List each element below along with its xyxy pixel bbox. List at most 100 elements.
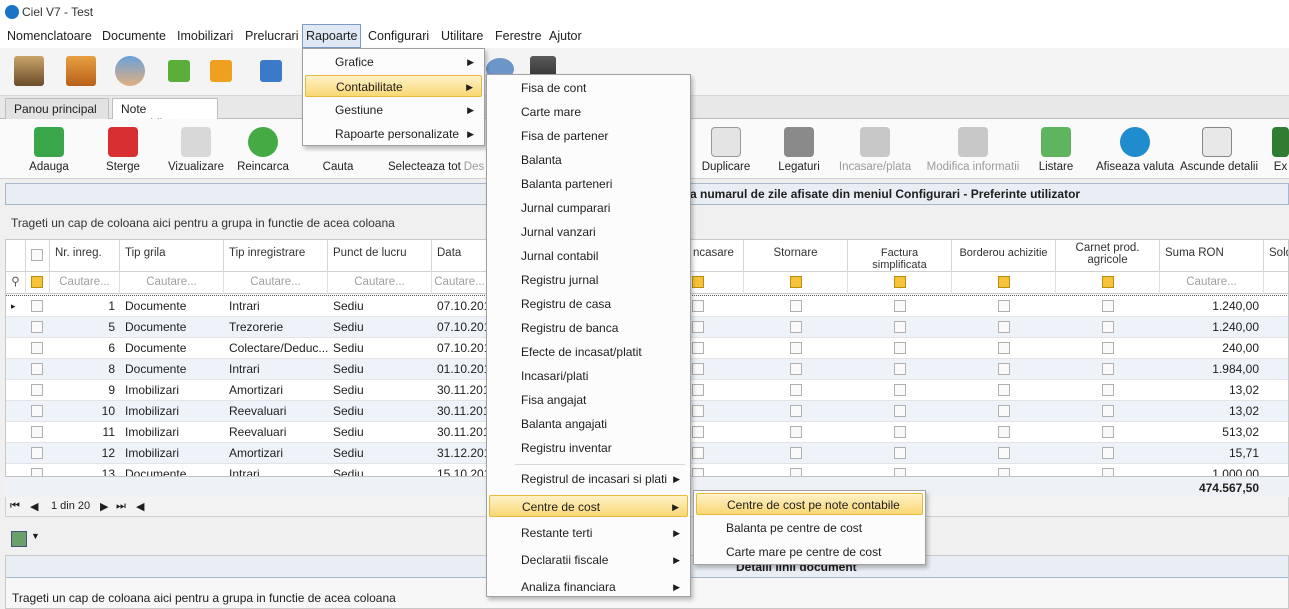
cell-carnet-prod-agricole[interactable] [1056,422,1160,443]
cell-stornare[interactable] [744,401,848,422]
menu-item-rapoarte-personalizate[interactable]: Rapoarte personalizate ▶ [305,123,482,145]
box-icon[interactable] [66,56,96,86]
checkbox[interactable] [894,321,906,333]
cell-factura-simplificata[interactable] [848,359,952,380]
checkbox[interactable] [692,447,704,459]
adauga-button[interactable]: Adauga [20,119,78,179]
menu-utilitare[interactable]: Utilitare [438,28,486,46]
checkbox[interactable] [790,384,802,396]
menu-prelucrari[interactable]: Prelucrari [242,28,302,46]
checkbox[interactable] [998,363,1010,375]
menu-item-grafice[interactable]: Grafice ▶ [305,51,482,73]
checkbox[interactable] [790,426,802,438]
tab-panou-principal[interactable]: Panou principal [5,98,109,119]
col-stornare[interactable]: Stornare [744,240,848,272]
checkbox[interactable] [1102,447,1114,459]
cell-stornare[interactable] [744,443,848,464]
checkbox[interactable] [790,300,802,312]
menu-nomenclatoare[interactable]: Nomenclatoare [4,28,95,46]
menu-item-balanta-parteneri[interactable]: Balanta parteneri [489,173,688,195]
row-checkbox[interactable] [26,338,50,359]
menu-item-registru-de-casa[interactable]: Registru de casa [489,293,688,315]
filter-tip-grila[interactable]: Cautare... [120,272,224,294]
checkbox[interactable] [31,447,43,459]
menu-item-registru-de-banca[interactable]: Registru de banca [489,317,688,339]
handshake-icon[interactable] [14,56,44,86]
modifica-informatii-button[interactable]: Modifica informatii [926,119,1020,179]
filter-borderou[interactable] [952,272,1056,294]
checkbox[interactable] [1102,321,1114,333]
menu-item-fisa-angajat[interactable]: Fisa angajat [489,389,688,411]
checkbox[interactable] [790,447,802,459]
menu-rapoarte[interactable]: Rapoarte [302,24,362,48]
cell-incasare[interactable] [688,401,744,422]
next-page-button[interactable]: ▶ [100,500,108,513]
menu-item-fisa-de-partener[interactable]: Fisa de partener [489,125,688,147]
menu-item-centre-cost-note-contabile[interactable]: Centre de cost pe note contabile [696,493,923,515]
col-tip-inregistrare[interactable]: Tip inregistrare [224,240,328,272]
col-data[interactable]: Data [432,240,488,272]
transfer-icon[interactable] [210,60,232,82]
export-icon[interactable] [260,60,282,82]
cell-carnet-prod-agricole[interactable] [1056,296,1160,317]
menu-documente[interactable]: Documente [99,28,169,46]
row-checkbox[interactable] [26,359,50,380]
cell-factura-simplificata[interactable] [848,443,952,464]
cell-incasare[interactable] [688,359,744,380]
cell-borderou-achizitie[interactable] [952,296,1056,317]
menu-item-balanta[interactable]: Balanta [489,149,688,171]
cell-carnet-prod-agricole[interactable] [1056,359,1160,380]
filter-tip-inreg[interactable]: Cautare... [224,272,328,294]
filter-carnet[interactable] [1056,272,1160,294]
users-icon[interactable] [115,56,145,86]
row-checkbox[interactable] [26,443,50,464]
checkbox[interactable] [998,342,1010,354]
checkbox[interactable] [998,426,1010,438]
filter-stornare[interactable] [744,272,848,294]
row-checkbox[interactable] [26,380,50,401]
checkbox[interactable] [894,447,906,459]
col-incasare[interactable]: ncasare [688,240,744,272]
checkbox[interactable] [692,321,704,333]
checkbox[interactable] [31,426,43,438]
cell-factura-simplificata[interactable] [848,338,952,359]
menu-item-efecte-de-incasat-platit[interactable]: Efecte de incasat/platit [489,341,688,363]
menu-item-registrul-de-incasari-si-plati[interactable]: Registrul de incasari si plati ▶ [489,468,688,490]
cell-borderou-achizitie[interactable] [952,380,1056,401]
checkbox[interactable] [894,300,906,312]
ascunde-detalii-button[interactable]: Ascunde detalii [1180,119,1258,179]
menu-item-jurnal-vanzari[interactable]: Jurnal vanzari [489,221,688,243]
checkbox[interactable] [692,405,704,417]
export-button[interactable]: Ex [1272,119,1289,179]
cell-borderou-achizitie[interactable] [952,443,1056,464]
cell-stornare[interactable] [744,296,848,317]
cell-carnet-prod-agricole[interactable] [1056,380,1160,401]
checkbox[interactable] [998,405,1010,417]
menu-item-declaratii-fiscale[interactable]: Declaratii fiscale ▶ [489,549,688,571]
grid-settings-icon[interactable] [11,531,27,547]
cell-borderou-achizitie[interactable] [952,359,1056,380]
col-sold[interactable]: Sold [1264,240,1288,272]
menu-item-carte-mare[interactable]: Carte mare [489,101,688,123]
cell-stornare[interactable] [744,422,848,443]
col-tip-grila[interactable]: Tip grila [120,240,224,272]
cell-stornare[interactable] [744,338,848,359]
menu-item-jurnal-cumparari[interactable]: Jurnal cumparari [489,197,688,219]
checkbox[interactable] [894,363,906,375]
prev-page-button[interactable]: ◀ [30,500,38,513]
cell-factura-simplificata[interactable] [848,422,952,443]
checkbox[interactable] [790,321,802,333]
checkbox[interactable] [1102,405,1114,417]
checkbox[interactable] [692,426,704,438]
cell-factura-simplificata[interactable] [848,296,952,317]
filter-nr[interactable]: Cautare... [50,272,120,294]
filter-incasare[interactable] [688,272,744,294]
listare-button[interactable]: Listare [1036,119,1076,179]
checkbox[interactable] [998,321,1010,333]
vizualizare-button[interactable]: Vizualizare [165,119,227,179]
filter-suma[interactable]: Cautare... [1160,272,1264,294]
cell-carnet-prod-agricole[interactable] [1056,443,1160,464]
row-checkbox[interactable] [26,317,50,338]
checkbox[interactable] [894,342,906,354]
cell-incasare[interactable] [688,317,744,338]
